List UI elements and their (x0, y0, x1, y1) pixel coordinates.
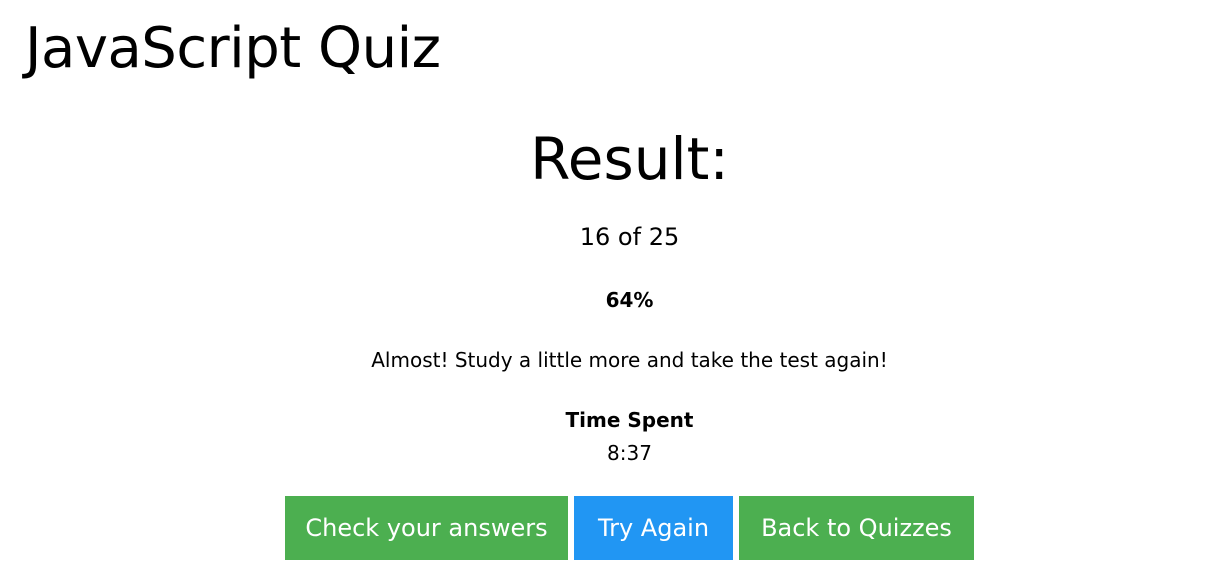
check-answers-button[interactable]: Check your answers (285, 496, 568, 560)
try-again-button[interactable]: Try Again (574, 496, 733, 560)
time-spent-label: Time Spent (565, 408, 694, 432)
time-spent-value: 8:37 (607, 441, 652, 465)
quiz-result-page: JavaScript Quiz Result: 16 of 25 64% Alm… (0, 0, 1221, 575)
page-title: JavaScript Quiz (25, 16, 441, 81)
back-to-quizzes-button[interactable]: Back to Quizzes (739, 496, 974, 560)
percent-text: 64% (605, 288, 654, 312)
result-heading: Result: (530, 125, 729, 193)
score-text: 16 of 25 (579, 223, 680, 251)
feedback-message: Almost! Study a little more and take the… (371, 348, 888, 372)
